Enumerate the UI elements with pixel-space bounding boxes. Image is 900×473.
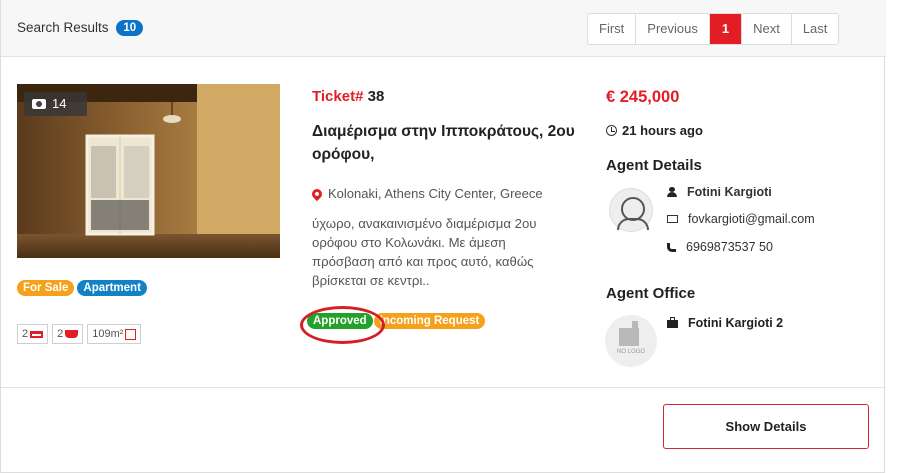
- property-tags: For Sale Apartment: [17, 280, 147, 296]
- posted-time: 21 hours ago: [606, 123, 703, 138]
- area-value: 109m²: [92, 328, 124, 340]
- pagination: First Previous 1 Next Last: [587, 13, 840, 45]
- location-text: Kolonaki, Athens City Center, Greece: [328, 186, 543, 201]
- office-name[interactable]: Fotini Kargioti 2: [688, 316, 783, 330]
- page-last-button[interactable]: Last: [792, 14, 839, 44]
- ticket-label: Ticket#: [312, 88, 364, 105]
- agent-email[interactable]: fovkargioti@gmail.com: [688, 212, 815, 226]
- photo-count-text: 14: [52, 96, 67, 111]
- area-feature: 109m²: [87, 324, 142, 344]
- camera-icon: [32, 99, 46, 109]
- results-count-badge: 10: [116, 20, 144, 36]
- property-features: 2 2 109m²: [17, 324, 142, 344]
- no-logo-text: NO LOGO: [616, 349, 645, 355]
- page-next-button[interactable]: Next: [742, 14, 792, 44]
- for-sale-tag[interactable]: For Sale: [17, 280, 75, 296]
- show-details-button[interactable]: Show Details: [663, 404, 869, 449]
- posted-time-text: 21 hours ago: [622, 123, 703, 138]
- page-current-button[interactable]: 1: [709, 14, 743, 44]
- bathrooms-value: 2: [57, 328, 64, 340]
- agent-contact: Fotini Kargioti fovkargioti@gmail.com 69…: [667, 187, 867, 257]
- agent-avatar: [609, 188, 653, 232]
- results-title: Search Results 10: [17, 20, 144, 36]
- property-description: ύχωρο, ανακαινισμένο διαμέρισμα 2ου ορόφ…: [312, 216, 537, 288]
- bed-icon: [30, 330, 44, 338]
- envelope-icon: [667, 215, 678, 223]
- results-header: Search Results 10 First Previous 1 Next …: [1, 0, 886, 57]
- apartment-tag[interactable]: Apartment: [77, 280, 147, 296]
- phone-icon: [667, 242, 676, 252]
- agent-phone[interactable]: 6969873537 50: [686, 240, 773, 254]
- ticket-number: 38: [367, 88, 385, 105]
- page-first-button[interactable]: First: [588, 14, 637, 44]
- results-title-text: Search Results: [17, 20, 109, 35]
- agent-office-heading: Agent Office: [606, 285, 696, 302]
- user-icon: [667, 187, 677, 197]
- bathrooms-feature: 2: [52, 324, 84, 344]
- property-price: € 245,000: [606, 88, 680, 106]
- bedrooms-value: 2: [22, 328, 29, 340]
- office-logo: NO LOGO: [605, 315, 657, 367]
- property-title[interactable]: Διαμέρισμα στην Ιπποκράτους, 2ου ορόφου,: [312, 120, 582, 166]
- page-previous-button[interactable]: Previous: [636, 14, 710, 44]
- agent-phone-row: 6969873537 50: [667, 240, 773, 254]
- agent-name[interactable]: Fotini Kargioti: [687, 187, 772, 199]
- photo-count-badge: 14: [24, 92, 87, 116]
- listing-card: Search Results 10 First Previous 1 Next …: [0, 0, 886, 473]
- card-divider: [1, 387, 886, 388]
- agent-email-row: fovkargioti@gmail.com: [667, 212, 815, 226]
- ticket-id: Ticket# 38: [312, 88, 384, 105]
- bathtub-icon: [65, 330, 79, 338]
- map-pin-icon: [309, 186, 325, 201]
- factory-icon: [619, 321, 639, 346]
- agent-details-heading: Agent Details: [606, 157, 702, 174]
- agent-name-row: Fotini Kargioti: [667, 187, 772, 199]
- property-location: Kolonaki, Athens City Center, Greece: [309, 186, 543, 201]
- bedrooms-feature: 2: [17, 324, 49, 344]
- office-name-row: Fotini Kargioti 2: [667, 316, 867, 330]
- highlight-circle-annotation: [300, 306, 385, 344]
- clock-icon: [606, 125, 617, 136]
- area-icon: [125, 328, 137, 340]
- briefcase-icon: [667, 317, 678, 328]
- incoming-request-badge: Incoming Request: [373, 313, 486, 329]
